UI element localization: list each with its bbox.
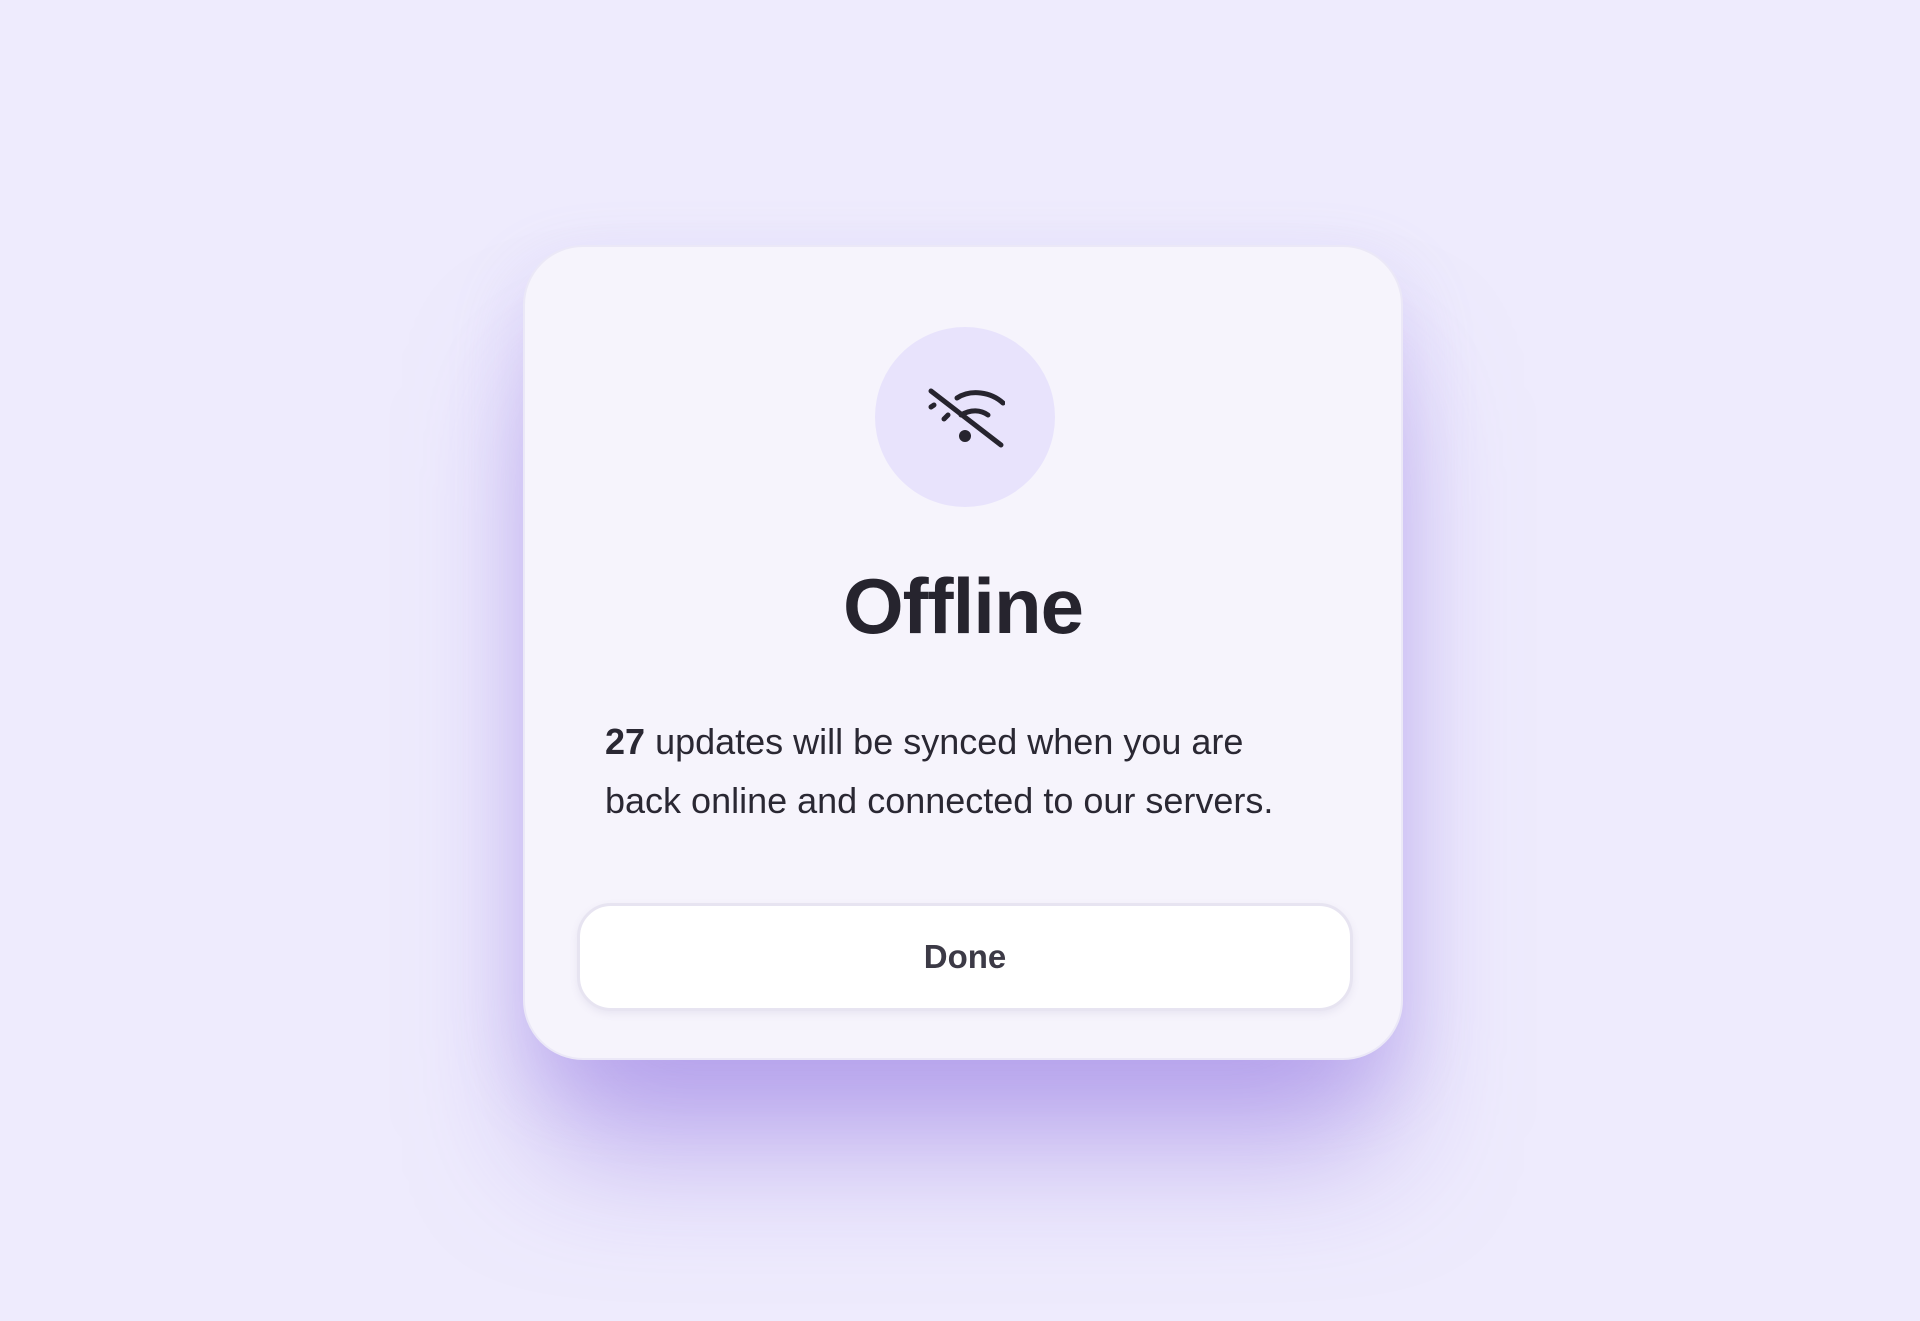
message-text: updates will be synced when you are back… bbox=[605, 721, 1274, 821]
dialog-message: 27 updates will be synced when you are b… bbox=[605, 712, 1325, 830]
wifi-off-icon bbox=[928, 388, 1005, 448]
done-button[interactable]: Done bbox=[577, 903, 1353, 1011]
update-count: 27 bbox=[605, 721, 646, 762]
dialog-title: Offline bbox=[843, 562, 1084, 650]
icon-badge bbox=[875, 327, 1055, 507]
offline-dialog: Offline 27 updates will be synced when y… bbox=[523, 245, 1403, 1060]
